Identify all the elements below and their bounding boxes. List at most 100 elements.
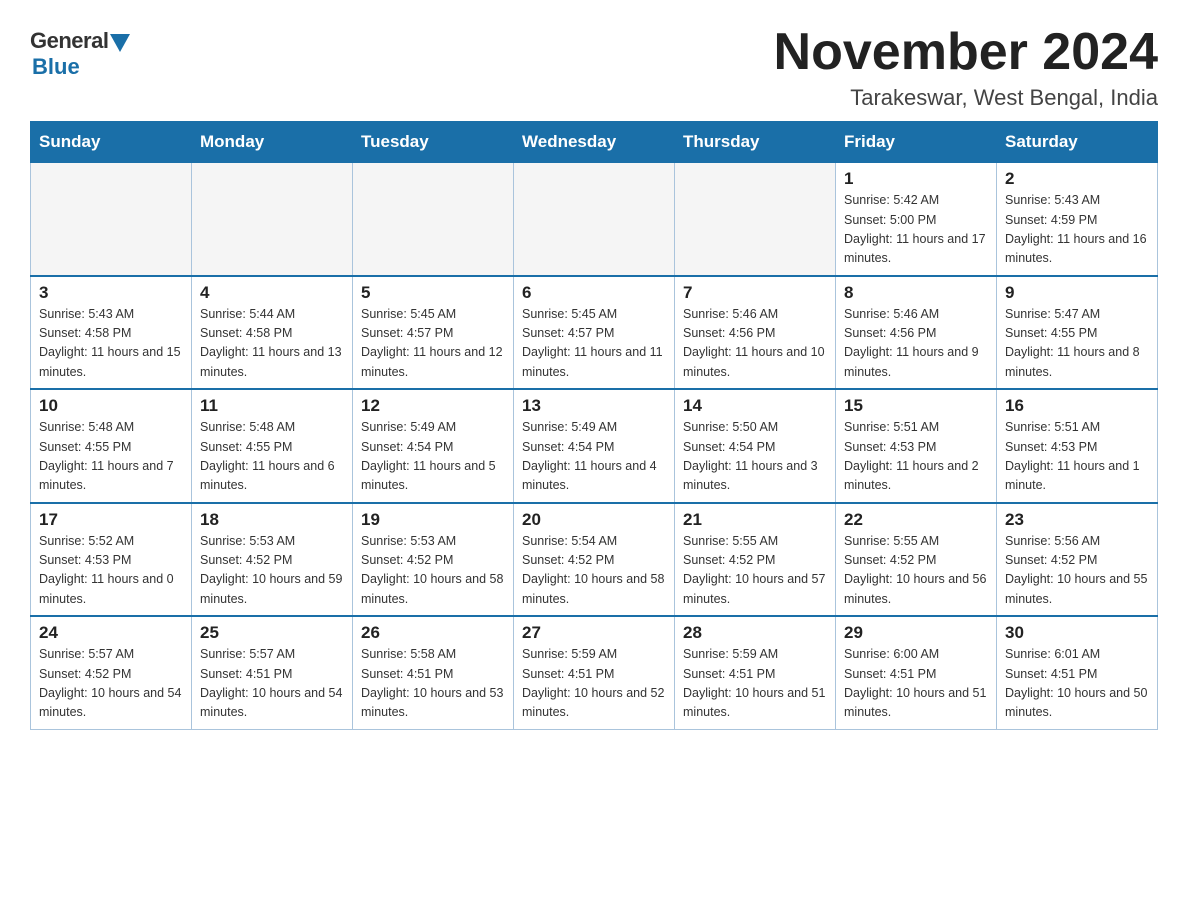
calendar-cell (675, 163, 836, 276)
calendar-cell: 8Sunrise: 5:46 AMSunset: 4:56 PMDaylight… (836, 276, 997, 390)
day-info: Sunrise: 5:57 AMSunset: 4:52 PMDaylight:… (39, 645, 183, 723)
calendar-cell (192, 163, 353, 276)
calendar-cell: 7Sunrise: 5:46 AMSunset: 4:56 PMDaylight… (675, 276, 836, 390)
calendar-cell: 26Sunrise: 5:58 AMSunset: 4:51 PMDayligh… (353, 616, 514, 729)
day-number: 4 (200, 283, 344, 303)
day-number: 13 (522, 396, 666, 416)
calendar-week-row: 1Sunrise: 5:42 AMSunset: 5:00 PMDaylight… (31, 163, 1158, 276)
day-header-friday: Friday (836, 122, 997, 163)
day-number: 24 (39, 623, 183, 643)
day-info: Sunrise: 5:51 AMSunset: 4:53 PMDaylight:… (1005, 418, 1149, 496)
day-number: 25 (200, 623, 344, 643)
day-number: 20 (522, 510, 666, 530)
day-number: 9 (1005, 283, 1149, 303)
logo-general-text: General (30, 28, 108, 54)
calendar-cell: 20Sunrise: 5:54 AMSunset: 4:52 PMDayligh… (514, 503, 675, 617)
day-number: 3 (39, 283, 183, 303)
day-info: Sunrise: 5:50 AMSunset: 4:54 PMDaylight:… (683, 418, 827, 496)
calendar-table: SundayMondayTuesdayWednesdayThursdayFrid… (30, 121, 1158, 730)
calendar-cell (514, 163, 675, 276)
calendar-cell: 28Sunrise: 5:59 AMSunset: 4:51 PMDayligh… (675, 616, 836, 729)
day-info: Sunrise: 5:45 AMSunset: 4:57 PMDaylight:… (361, 305, 505, 383)
day-header-wednesday: Wednesday (514, 122, 675, 163)
calendar-cell: 25Sunrise: 5:57 AMSunset: 4:51 PMDayligh… (192, 616, 353, 729)
day-info: Sunrise: 5:55 AMSunset: 4:52 PMDaylight:… (844, 532, 988, 610)
calendar-cell: 3Sunrise: 5:43 AMSunset: 4:58 PMDaylight… (31, 276, 192, 390)
subtitle: Tarakeswar, West Bengal, India (774, 85, 1158, 111)
day-info: Sunrise: 5:56 AMSunset: 4:52 PMDaylight:… (1005, 532, 1149, 610)
day-info: Sunrise: 5:47 AMSunset: 4:55 PMDaylight:… (1005, 305, 1149, 383)
day-number: 14 (683, 396, 827, 416)
day-number: 17 (39, 510, 183, 530)
logo-blue-text: Blue (32, 54, 80, 80)
day-number: 23 (1005, 510, 1149, 530)
day-number: 19 (361, 510, 505, 530)
day-info: Sunrise: 5:53 AMSunset: 4:52 PMDaylight:… (361, 532, 505, 610)
calendar-cell: 1Sunrise: 5:42 AMSunset: 5:00 PMDaylight… (836, 163, 997, 276)
calendar-cell: 15Sunrise: 5:51 AMSunset: 4:53 PMDayligh… (836, 389, 997, 503)
calendar-cell: 12Sunrise: 5:49 AMSunset: 4:54 PMDayligh… (353, 389, 514, 503)
day-info: Sunrise: 5:55 AMSunset: 4:52 PMDaylight:… (683, 532, 827, 610)
day-info: Sunrise: 5:43 AMSunset: 4:59 PMDaylight:… (1005, 191, 1149, 269)
day-number: 12 (361, 396, 505, 416)
day-number: 21 (683, 510, 827, 530)
day-header-tuesday: Tuesday (353, 122, 514, 163)
day-number: 22 (844, 510, 988, 530)
calendar-cell: 19Sunrise: 5:53 AMSunset: 4:52 PMDayligh… (353, 503, 514, 617)
day-info: Sunrise: 5:42 AMSunset: 5:00 PMDaylight:… (844, 191, 988, 269)
day-info: Sunrise: 5:44 AMSunset: 4:58 PMDaylight:… (200, 305, 344, 383)
calendar-week-row: 24Sunrise: 5:57 AMSunset: 4:52 PMDayligh… (31, 616, 1158, 729)
calendar-cell: 18Sunrise: 5:53 AMSunset: 4:52 PMDayligh… (192, 503, 353, 617)
day-number: 6 (522, 283, 666, 303)
calendar-cell: 11Sunrise: 5:48 AMSunset: 4:55 PMDayligh… (192, 389, 353, 503)
calendar-cell (353, 163, 514, 276)
calendar-cell: 24Sunrise: 5:57 AMSunset: 4:52 PMDayligh… (31, 616, 192, 729)
calendar-week-row: 3Sunrise: 5:43 AMSunset: 4:58 PMDaylight… (31, 276, 1158, 390)
calendar-cell: 14Sunrise: 5:50 AMSunset: 4:54 PMDayligh… (675, 389, 836, 503)
day-number: 27 (522, 623, 666, 643)
day-info: Sunrise: 5:51 AMSunset: 4:53 PMDaylight:… (844, 418, 988, 496)
calendar-cell: 22Sunrise: 5:55 AMSunset: 4:52 PMDayligh… (836, 503, 997, 617)
day-info: Sunrise: 5:49 AMSunset: 4:54 PMDaylight:… (522, 418, 666, 496)
day-info: Sunrise: 5:57 AMSunset: 4:51 PMDaylight:… (200, 645, 344, 723)
day-info: Sunrise: 5:48 AMSunset: 4:55 PMDaylight:… (200, 418, 344, 496)
day-info: Sunrise: 5:54 AMSunset: 4:52 PMDaylight:… (522, 532, 666, 610)
day-info: Sunrise: 5:43 AMSunset: 4:58 PMDaylight:… (39, 305, 183, 383)
calendar-cell: 5Sunrise: 5:45 AMSunset: 4:57 PMDaylight… (353, 276, 514, 390)
calendar-cell: 4Sunrise: 5:44 AMSunset: 4:58 PMDaylight… (192, 276, 353, 390)
calendar-cell: 23Sunrise: 5:56 AMSunset: 4:52 PMDayligh… (997, 503, 1158, 617)
day-info: Sunrise: 5:49 AMSunset: 4:54 PMDaylight:… (361, 418, 505, 496)
calendar-header-row: SundayMondayTuesdayWednesdayThursdayFrid… (31, 122, 1158, 163)
day-header-monday: Monday (192, 122, 353, 163)
calendar-cell: 13Sunrise: 5:49 AMSunset: 4:54 PMDayligh… (514, 389, 675, 503)
day-info: Sunrise: 5:59 AMSunset: 4:51 PMDaylight:… (522, 645, 666, 723)
page-header: General Blue November 2024 Tarakeswar, W… (30, 24, 1158, 111)
calendar-week-row: 17Sunrise: 5:52 AMSunset: 4:53 PMDayligh… (31, 503, 1158, 617)
calendar-cell (31, 163, 192, 276)
day-info: Sunrise: 5:46 AMSunset: 4:56 PMDaylight:… (683, 305, 827, 383)
day-info: Sunrise: 5:59 AMSunset: 4:51 PMDaylight:… (683, 645, 827, 723)
day-info: Sunrise: 5:46 AMSunset: 4:56 PMDaylight:… (844, 305, 988, 383)
calendar-cell: 21Sunrise: 5:55 AMSunset: 4:52 PMDayligh… (675, 503, 836, 617)
day-number: 2 (1005, 169, 1149, 189)
calendar-cell: 27Sunrise: 5:59 AMSunset: 4:51 PMDayligh… (514, 616, 675, 729)
day-number: 26 (361, 623, 505, 643)
day-number: 7 (683, 283, 827, 303)
logo: General Blue (30, 28, 130, 80)
day-number: 30 (1005, 623, 1149, 643)
day-number: 16 (1005, 396, 1149, 416)
day-info: Sunrise: 5:53 AMSunset: 4:52 PMDaylight:… (200, 532, 344, 610)
day-number: 8 (844, 283, 988, 303)
day-number: 11 (200, 396, 344, 416)
day-number: 18 (200, 510, 344, 530)
day-info: Sunrise: 5:48 AMSunset: 4:55 PMDaylight:… (39, 418, 183, 496)
day-number: 29 (844, 623, 988, 643)
calendar-week-row: 10Sunrise: 5:48 AMSunset: 4:55 PMDayligh… (31, 389, 1158, 503)
calendar-cell: 2Sunrise: 5:43 AMSunset: 4:59 PMDaylight… (997, 163, 1158, 276)
day-info: Sunrise: 6:01 AMSunset: 4:51 PMDaylight:… (1005, 645, 1149, 723)
calendar-cell: 16Sunrise: 5:51 AMSunset: 4:53 PMDayligh… (997, 389, 1158, 503)
day-number: 5 (361, 283, 505, 303)
day-info: Sunrise: 5:52 AMSunset: 4:53 PMDaylight:… (39, 532, 183, 610)
day-header-thursday: Thursday (675, 122, 836, 163)
calendar-cell: 30Sunrise: 6:01 AMSunset: 4:51 PMDayligh… (997, 616, 1158, 729)
